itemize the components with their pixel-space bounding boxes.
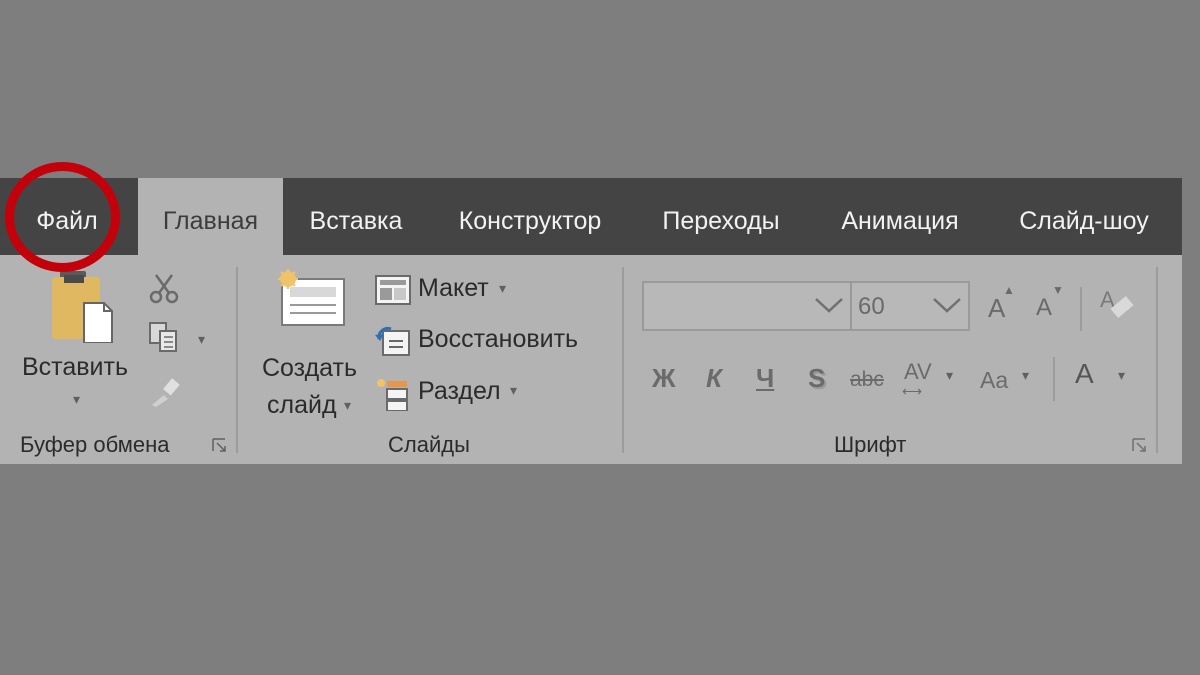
ribbon-panel: Вставить ▾ ▾ Буфер обмена Создать слайд … [0,255,1182,464]
slides-group-label: Слайды [388,432,470,457]
clipboard-group-label: Буфер обмена [20,432,170,457]
strikethrough-button[interactable]: abc [850,365,884,395]
spacing-arrows-icon: ⟷ [902,383,923,399]
bold-button[interactable]: Ж [652,363,676,393]
section-label: Раздел [418,377,501,405]
font-group-label: Шрифт [834,432,907,457]
group-divider [1156,267,1158,453]
dialog-launcher-icon[interactable] [1132,438,1146,452]
tab-file[interactable]: Файл [14,178,120,255]
group-divider [1080,287,1082,331]
underline-button[interactable]: Ч [756,363,774,393]
section-icon [377,379,408,411]
dialog-launcher-icon[interactable] [212,438,226,452]
copy-dropdown-icon[interactable]: ▾ [198,331,205,348]
tab-home[interactable]: Главная [138,178,283,255]
new-slide-icon [278,269,345,326]
font-color-dropdown-icon[interactable]: ▾ [1118,367,1125,384]
font-color-icon: A [1075,358,1094,389]
new-slide-label-line1: Создать [262,354,358,382]
font-size-value: 60 [858,293,885,320]
group-divider [622,267,624,453]
tab-animations[interactable]: Анимация [824,178,976,255]
change-case-icon: Aa [980,367,1009,393]
layout-label: Макет [418,274,489,302]
reset-icon [375,326,410,356]
format-painter-icon[interactable] [150,377,182,407]
spacing-dropdown-icon[interactable]: ▾ [946,367,953,384]
group-divider [236,267,238,453]
new-slide-label-line2: слайд [267,391,337,419]
new-slide-dropdown-icon[interactable]: ▾ [344,397,351,414]
clipboard-icon [52,271,113,343]
change-case-dropdown-icon[interactable]: ▾ [1022,367,1029,384]
paste-dropdown-icon[interactable]: ▾ [73,391,80,408]
scissors-icon[interactable] [148,273,180,305]
copy-icon[interactable] [148,321,182,355]
italic-button[interactable]: К [706,363,722,393]
shrink-arrow-icon: ▼ [1052,283,1064,297]
clear-formatting-icon[interactable]: A [1098,285,1138,325]
font-name-combobox[interactable] [642,281,852,331]
paste-label: Вставить [22,353,128,381]
shrink-font-icon: A [1036,294,1053,321]
chevron-down-icon [815,298,843,313]
ribbon: Файл Главная Вставка Конструктор Переход… [0,178,1182,464]
grow-font-icon: A [988,293,1006,323]
tab-design[interactable]: Конструктор [442,178,618,255]
group-divider [1053,357,1055,401]
tab-insert[interactable]: Вставка [298,178,414,255]
layout-icon [375,275,411,305]
tab-slideshow[interactable]: Слайд-шоу [1004,178,1164,255]
font-size-combobox[interactable]: 60 [850,281,970,331]
shadow-button[interactable]: S [808,363,825,393]
ribbon-tab-bar: Файл Главная Вставка Конструктор Переход… [0,178,1182,255]
layout-dropdown-icon[interactable]: ▾ [499,280,506,297]
chevron-down-icon [933,298,961,313]
section-dropdown-icon[interactable]: ▾ [510,382,517,399]
reset-label: Восстановить [418,325,579,353]
tab-transitions[interactable]: Переходы [648,178,794,255]
grow-arrow-icon: ▲ [1003,283,1015,297]
